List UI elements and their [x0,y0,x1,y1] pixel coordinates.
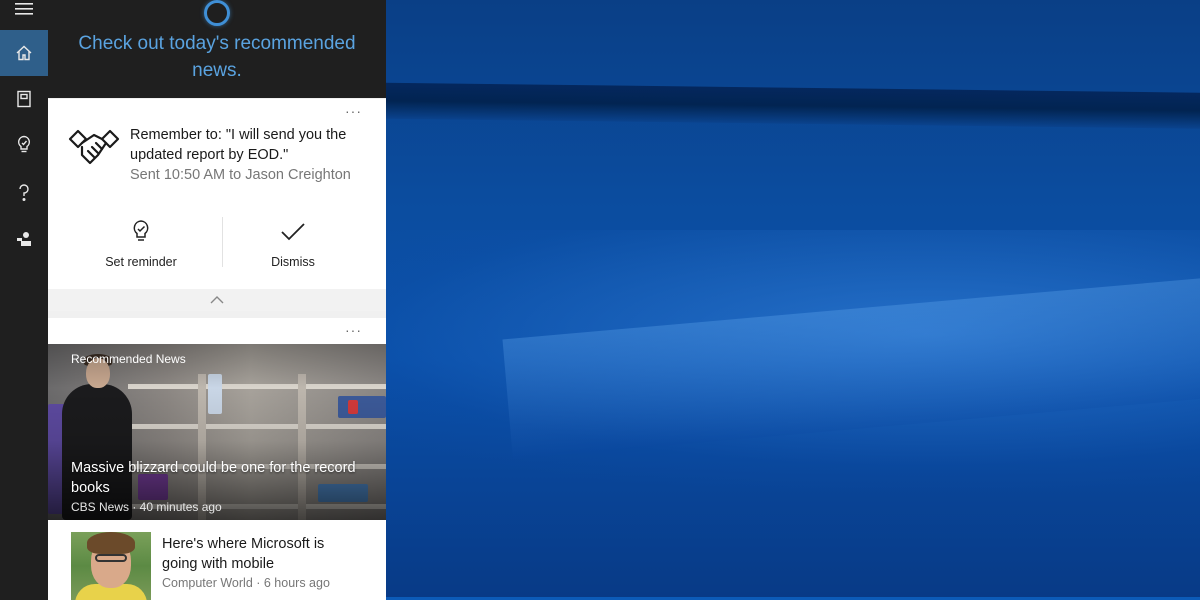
help-icon [19,184,29,201]
card-more-options-button[interactable]: ··· [345,322,362,338]
cortana-greeting: Check out today's recommended news. [78,33,356,81]
cortana-rail [0,0,48,600]
news-item-headline: Here's where Microsoft is going with mob… [162,536,325,572]
collapse-card-button[interactable] [48,289,386,311]
card-more-options-button[interactable]: ··· [345,103,362,119]
thumb-glasses-graphic [95,554,127,562]
hamburger-menu-button[interactable] [0,0,48,32]
handshake-icon [68,129,120,165]
rail-notebook-button[interactable] [0,76,48,122]
rail-reminders-button[interactable] [0,122,48,168]
wallpaper-beam-top [386,82,1200,130]
cortana-logo-icon[interactable] [204,0,230,26]
hero-headline[interactable]: Massive blizzard could be one for the re… [71,458,371,498]
home-icon [16,45,32,61]
lightbulb-reminder-icon [133,220,149,241]
rail-feedback-button[interactable] [0,216,48,262]
desktop-wallpaper [386,0,1200,600]
reminder-card: ··· Remember to: "I will send you the up… [48,99,386,311]
hamburger-menu-icon [15,3,33,15]
news-category-label: Recommended News [71,352,186,366]
dismiss-label: Dismiss [271,255,315,269]
news-card: ··· Recommended News Massive blizzard co… [48,318,386,600]
rail-help-button[interactable] [0,170,48,216]
chevron-up-icon [210,296,224,304]
rail-home-button[interactable] [0,30,48,76]
reminder-sent-info: Sent 10:50 AM to Jason Creighton [130,167,351,183]
news-hero-story[interactable]: Recommended News Massive blizzard could … [48,344,386,520]
feedback-icon [17,232,31,246]
set-reminder-button[interactable]: Set reminder [66,217,216,269]
set-reminder-label: Set reminder [105,255,177,269]
news-item-source-time: Computer World · 6 hours ago [162,576,330,590]
news-list-item[interactable]: Here's where Microsoft is going with mob… [48,520,386,600]
cortana-panel: Check out today's recommended news. ··· … [48,0,386,600]
checkmark-icon [281,223,305,241]
notebook-icon [17,90,31,108]
news-thumbnail [71,532,151,600]
reminder-text: Remember to: "I will send you the update… [130,127,347,163]
hero-source-time: CBS News · 40 minutes ago [71,500,222,514]
thumb-hair-graphic [87,532,135,554]
dismiss-button[interactable]: Dismiss [218,217,368,269]
lightbulb-reminder-icon [17,135,31,153]
cortana-header: Check out today's recommended news. [48,0,386,98]
